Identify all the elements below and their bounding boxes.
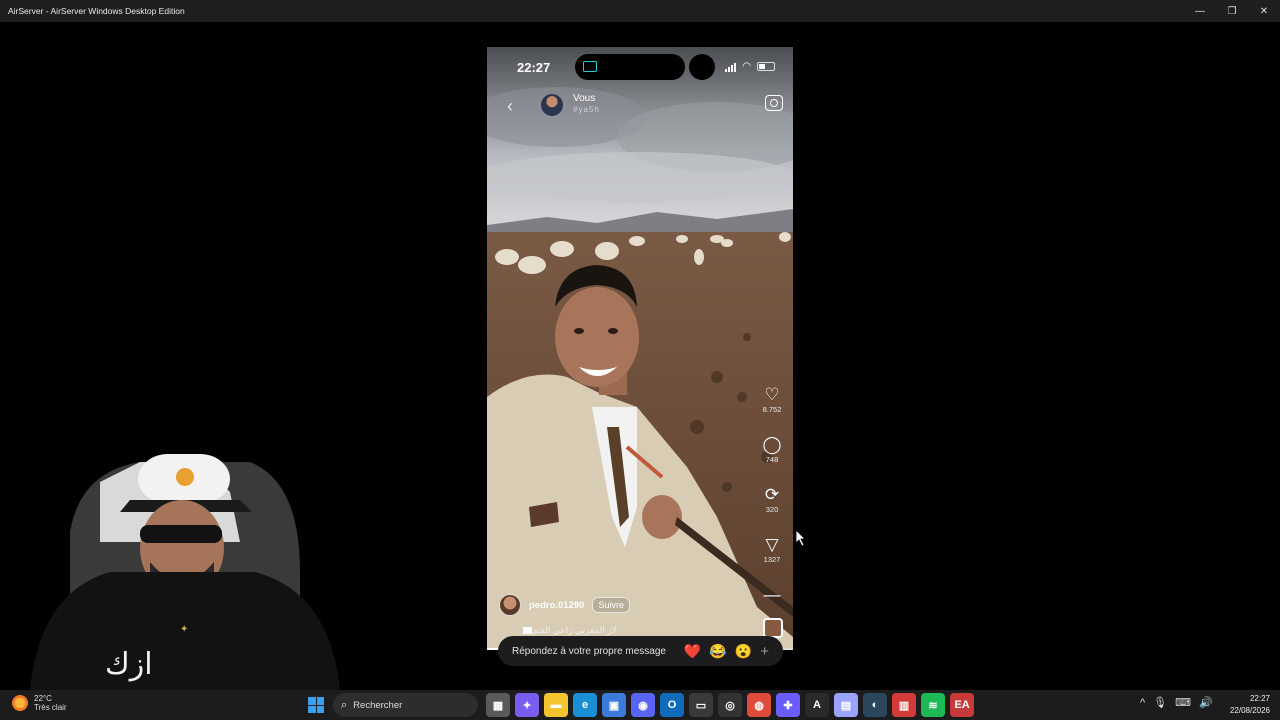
reel-header: ‹ Vous #ya5h: [487, 92, 793, 122]
clock-time: 22:27: [1249, 694, 1270, 703]
share-action[interactable]: ▽ 1327: [761, 535, 783, 585]
search-label: Rechercher: [353, 699, 403, 711]
window-title: AirServer - AirServer Windows Desktop Ed…: [8, 6, 185, 16]
audio-thumbnail[interactable]: [763, 618, 783, 638]
obs-app-icon[interactable]: ◎: [718, 693, 742, 717]
steam-app-icon[interactable]: ◐: [863, 693, 887, 717]
vector-app-app-icon[interactable]: A: [805, 693, 829, 717]
file-explorer-app-icon[interactable]: ▬: [544, 693, 568, 717]
back-chevron-icon[interactable]: ‹: [507, 96, 513, 117]
reel-caption[interactable]: لاز المغربي راعي الغنم: [519, 625, 617, 636]
weather-desc: Très clair: [34, 703, 67, 712]
task-view-app-icon[interactable]: ▦: [486, 693, 510, 717]
signal-icon: [725, 62, 737, 72]
author-avatar[interactable]: [499, 594, 521, 616]
window-titlebar: AirServer - AirServer Windows Desktop Ed…: [0, 0, 1280, 22]
clock-date: 22/08/2026: [1229, 706, 1270, 715]
messenger-app-icon[interactable]: ▤: [834, 693, 858, 717]
like-count: 8.752: [762, 405, 782, 414]
laugh-emoji-button[interactable]: 😂: [709, 643, 726, 660]
comment-action[interactable]: ◯ 748: [761, 435, 783, 485]
minimize-button[interactable]: —: [1184, 0, 1216, 22]
reel-author: pedro.01290 Suivre: [499, 594, 630, 616]
svg-text:ازك: ازك: [105, 647, 153, 682]
more-action[interactable]: —: [761, 585, 783, 615]
profile-label[interactable]: Vous #ya5h: [573, 93, 600, 114]
windows-taskbar: 22°C Très clair ⌕ Rechercher ▦ ✦ ▬ e ▣ ◉ O ▭ ◎ ◍ ✚…: [0, 690, 1280, 720]
airserver-app-icon[interactable]: ▭: [689, 693, 713, 717]
windows-start-icon[interactable]: [308, 697, 324, 713]
close-button[interactable]: ✕: [1248, 0, 1280, 22]
status-time: 22:27: [517, 59, 551, 75]
flag-icon: [523, 627, 532, 635]
tray-chevron-icon[interactable]: ^: [1140, 697, 1145, 709]
ea-app-icon[interactable]: EA: [950, 693, 974, 717]
store-app-icon[interactable]: ▣: [602, 693, 626, 717]
system-tray: ^ 🎙 ⌨ 🔊: [1140, 696, 1213, 710]
webcam-overlay: ازك ✦: [0, 422, 345, 690]
reply-bar[interactable]: Répondez à votre propre message ❤️ 😂 😮 +: [498, 636, 783, 666]
caption-text: لاز المغربي راعي الغنم: [532, 625, 617, 635]
battery-icon: [757, 62, 775, 71]
gamepad-app-icon[interactable]: ✚: [776, 693, 800, 717]
dynamic-island: [575, 54, 685, 80]
add-reaction-button[interactable]: +: [760, 643, 769, 660]
outlook-app-icon[interactable]: O: [660, 693, 684, 717]
comment-icon: ◯: [762, 435, 782, 454]
screen-mirror-icon: [689, 54, 715, 80]
share-icon: ▽: [765, 535, 779, 554]
heart-icon: ♡: [764, 385, 780, 404]
edge-app-icon[interactable]: e: [573, 693, 597, 717]
share-count: 1327: [763, 555, 781, 564]
reel-actions: ♡ 8.752 ◯ 748 ⟳ 320 ▽ 1327 —: [761, 385, 783, 615]
discord-app-icon[interactable]: ◉: [631, 693, 655, 717]
follow-button[interactable]: Suivre: [592, 597, 630, 613]
airplay-icon: [583, 61, 597, 72]
weather-widget[interactable]: 22°C Très clair: [12, 694, 67, 712]
wifi-icon: ◠: [742, 61, 751, 72]
weather-temp: 22°C: [34, 694, 52, 703]
mouse-cursor: [796, 530, 806, 546]
chrome-app-icon[interactable]: ◍: [747, 693, 771, 717]
author-name[interactable]: pedro.01290: [529, 600, 584, 611]
network-icon[interactable]: ⌨: [1175, 696, 1191, 709]
maximize-button[interactable]: ❐: [1216, 0, 1248, 22]
repost-icon: ⟳: [764, 485, 780, 504]
spotify-app-icon[interactable]: ≋: [921, 693, 945, 717]
more-icon: —: [763, 585, 781, 604]
mirror-stage: 22:27 ◠ ‹ Vous #ya5h ♡ 8.752 ◯ 748 ⟳ 320…: [0, 22, 1280, 690]
repost-action[interactable]: ⟳ 320: [761, 485, 783, 535]
repost-count: 320: [765, 505, 779, 514]
comment-count: 748: [765, 455, 779, 464]
camera-icon[interactable]: [765, 95, 783, 111]
pinned-apps: ▦ ✦ ▬ e ▣ ◉ O ▭ ◎ ◍ ✚ A ▤ ◐ ▥ ≋ EA: [486, 693, 974, 717]
phone-screen: 22:27 ◠ ‹ Vous #ya5h ♡ 8.752 ◯ 748 ⟳ 320…: [487, 47, 793, 650]
taskbar-clock[interactable]: 22:27 22/08/2026: [1230, 693, 1270, 717]
like-action[interactable]: ♡ 8.752: [761, 385, 783, 435]
news-app-icon[interactable]: ▥: [892, 693, 916, 717]
svg-text:✦: ✦: [180, 624, 188, 635]
search-icon: ⌕: [341, 698, 348, 711]
reel-photo: [487, 47, 793, 650]
volume-icon[interactable]: 🔊: [1199, 696, 1213, 709]
wow-emoji-button[interactable]: 😮: [735, 643, 752, 660]
profile-avatar[interactable]: [541, 94, 563, 116]
taskbar-search[interactable]: ⌕ Rechercher: [333, 693, 478, 717]
phone-status-bar: 22:27 ◠: [487, 54, 793, 80]
profile-subtitle: #ya5h: [573, 105, 600, 114]
heart-emoji-button[interactable]: ❤️: [684, 643, 701, 660]
reply-input[interactable]: Répondez à votre propre message: [512, 646, 666, 657]
microphone-icon[interactable]: 🎙: [1153, 696, 1167, 709]
copilot-app-icon[interactable]: ✦: [515, 693, 539, 717]
weather-sun-icon: [12, 695, 28, 711]
profile-name: Vous: [573, 93, 596, 104]
